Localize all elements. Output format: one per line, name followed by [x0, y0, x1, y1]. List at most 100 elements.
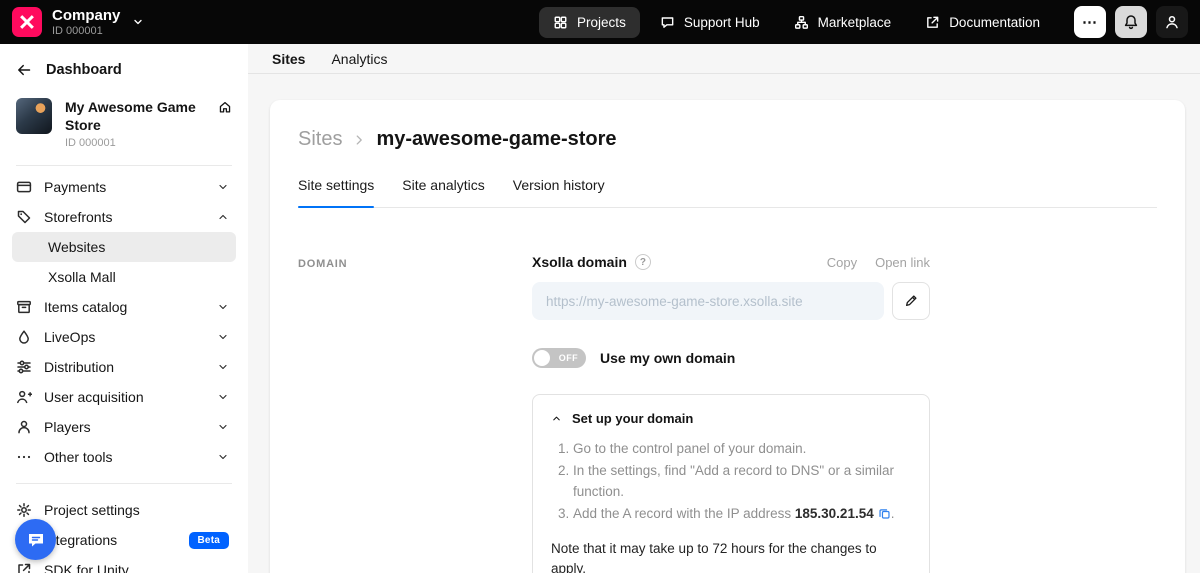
back-arrow-icon — [16, 62, 32, 78]
project-id: ID 000001 — [65, 137, 205, 149]
site-settings-card: Sites my-awesome-game-store Site setting… — [270, 100, 1185, 573]
chevron-down-icon — [217, 421, 229, 433]
sidebar-item-sdk-for-unity[interactable]: SDK for Unity — [12, 555, 236, 573]
setup-step-3: Add the A record with the IP address 185… — [573, 504, 911, 524]
ip-address: 185.30.21.54 — [795, 506, 874, 521]
home-icon — [218, 100, 232, 114]
more-button[interactable]: ⋯ — [1074, 6, 1106, 38]
chevron-down-icon — [217, 451, 229, 463]
back-label: Dashboard — [46, 62, 122, 78]
sidebar-menu: Payments Storefronts Websites Xsolla Mal… — [0, 172, 248, 573]
topbar: Company ID 000001 Projects Support Hub M… — [0, 0, 1200, 44]
gear-icon — [16, 502, 32, 518]
chevron-down-icon — [217, 391, 229, 403]
tab-version-history[interactable]: Version history — [513, 177, 605, 207]
payments-icon — [16, 179, 32, 195]
xsolla-domain-label: Xsolla domain — [532, 254, 627, 270]
nav-marketplace[interactable]: Marketplace — [780, 7, 906, 38]
sidebar-item-liveops[interactable]: LiveOps — [12, 322, 236, 352]
setup-domain-panel: Set up your domain Go to the control pan… — [532, 394, 930, 573]
sidebar-item-payments[interactable]: Payments — [12, 172, 236, 202]
toggle-state-label: OFF — [559, 353, 578, 363]
tab-site-settings[interactable]: Site settings — [298, 177, 374, 207]
external-link-icon — [16, 562, 32, 573]
setup-step-3-period: . — [891, 506, 895, 521]
sidebar-item-distribution[interactable]: Distribution — [12, 352, 236, 382]
notifications-button[interactable] — [1115, 6, 1147, 38]
breadcrumb: Sites my-awesome-game-store — [298, 128, 1157, 151]
nav-marketplace-label: Marketplace — [818, 15, 892, 30]
company-block: Company ID 000001 — [52, 7, 120, 38]
storefronts-icon — [16, 209, 32, 225]
player-icon — [16, 419, 32, 435]
setup-panel-title: Set up your domain — [572, 411, 693, 426]
nav-documentation[interactable]: Documentation — [911, 7, 1054, 38]
xsolla-logo — [12, 7, 42, 37]
project-thumbnail — [16, 98, 52, 134]
tab-analytics[interactable]: Analytics — [331, 51, 387, 67]
setup-step-3-text: Add the A record with the IP address — [573, 506, 795, 521]
nav-support-hub-label: Support Hub — [684, 15, 760, 30]
sidebar-item-players[interactable]: Players — [12, 412, 236, 442]
topbar-nav: Projects Support Hub Marketplace Documen… — [539, 7, 1054, 38]
open-link[interactable]: Open link — [875, 255, 930, 270]
chevron-down-icon — [217, 181, 229, 193]
chevron-up-icon — [551, 413, 562, 424]
copy-link[interactable]: Copy — [827, 255, 857, 270]
ellipsis-icon: ⋯ — [1082, 13, 1098, 31]
toggle-knob — [534, 350, 550, 366]
nav-projects-label: Projects — [577, 15, 626, 30]
sidebar-item-items-catalog[interactable]: Items catalog — [12, 292, 236, 322]
chat-widget-button[interactable] — [15, 519, 56, 560]
sidebar-item-storefronts[interactable]: Storefronts — [12, 202, 236, 232]
beta-badge: Beta — [189, 532, 229, 549]
own-domain-label: Use my own domain — [600, 350, 735, 366]
setup-steps: Go to the control panel of your domain. … — [551, 439, 911, 524]
nav-documentation-label: Documentation — [949, 15, 1040, 30]
sidebar-item-websites[interactable]: Websites — [12, 232, 236, 262]
xsolla-domain-input[interactable] — [532, 282, 884, 320]
pencil-icon — [904, 294, 918, 308]
items-catalog-icon — [16, 299, 32, 315]
chevron-down-icon — [217, 361, 229, 373]
help-icon[interactable]: ? — [635, 254, 651, 270]
company-id: ID 000001 — [52, 25, 120, 38]
tab-site-analytics[interactable]: Site analytics — [402, 177, 484, 207]
own-domain-toggle[interactable]: OFF — [532, 348, 586, 368]
sidebar-item-other-tools[interactable]: Other tools — [12, 442, 236, 472]
back-to-dashboard[interactable]: Dashboard — [0, 50, 248, 90]
external-link-icon — [925, 15, 940, 30]
nav-projects[interactable]: Projects — [539, 7, 640, 38]
sidebar-item-user-acquisition[interactable]: User acquisition — [12, 382, 236, 412]
company-name: Company — [52, 7, 120, 24]
sidebar-divider — [16, 483, 232, 484]
setup-panel-header[interactable]: Set up your domain — [551, 411, 911, 426]
site-tabs: Site settings Site analytics Version his… — [298, 177, 1157, 208]
sidebar-item-xsolla-mall[interactable]: Xsolla Mall — [12, 262, 236, 292]
project-card[interactable]: My Awesome Game Store ID 000001 — [0, 90, 248, 159]
tab-sites[interactable]: Sites — [272, 51, 305, 67]
setup-step-1: Go to the control panel of your domain. — [573, 439, 911, 459]
dots-icon — [16, 449, 32, 465]
account-button[interactable] — [1156, 6, 1188, 38]
marketplace-icon — [794, 15, 809, 30]
user-plus-icon — [16, 389, 32, 405]
nav-support-hub[interactable]: Support Hub — [646, 7, 774, 38]
chevron-down-icon — [132, 16, 144, 28]
edit-domain-button[interactable] — [892, 282, 930, 320]
projects-icon — [553, 15, 568, 30]
breadcrumb-sites-link[interactable]: Sites — [298, 128, 342, 151]
main-area: Sites Analytics Sites my-awesome-game-st… — [248, 44, 1200, 573]
copy-icon[interactable] — [878, 507, 891, 520]
topbar-actions: ⋯ — [1074, 6, 1188, 38]
project-name: My Awesome Game Store — [65, 98, 205, 134]
company-switcher[interactable]: Company ID 000001 — [12, 7, 144, 38]
breadcrumb-current: my-awesome-game-store — [376, 128, 616, 151]
chevron-down-icon — [217, 331, 229, 343]
distribution-icon — [16, 359, 32, 375]
section-label-domain: DOMAIN — [298, 254, 532, 573]
chat-bubble-icon — [660, 15, 675, 30]
sidebar: Dashboard My Awesome Game Store ID 00000… — [0, 44, 248, 573]
chevron-right-icon — [352, 133, 366, 147]
liveops-icon — [16, 329, 32, 345]
